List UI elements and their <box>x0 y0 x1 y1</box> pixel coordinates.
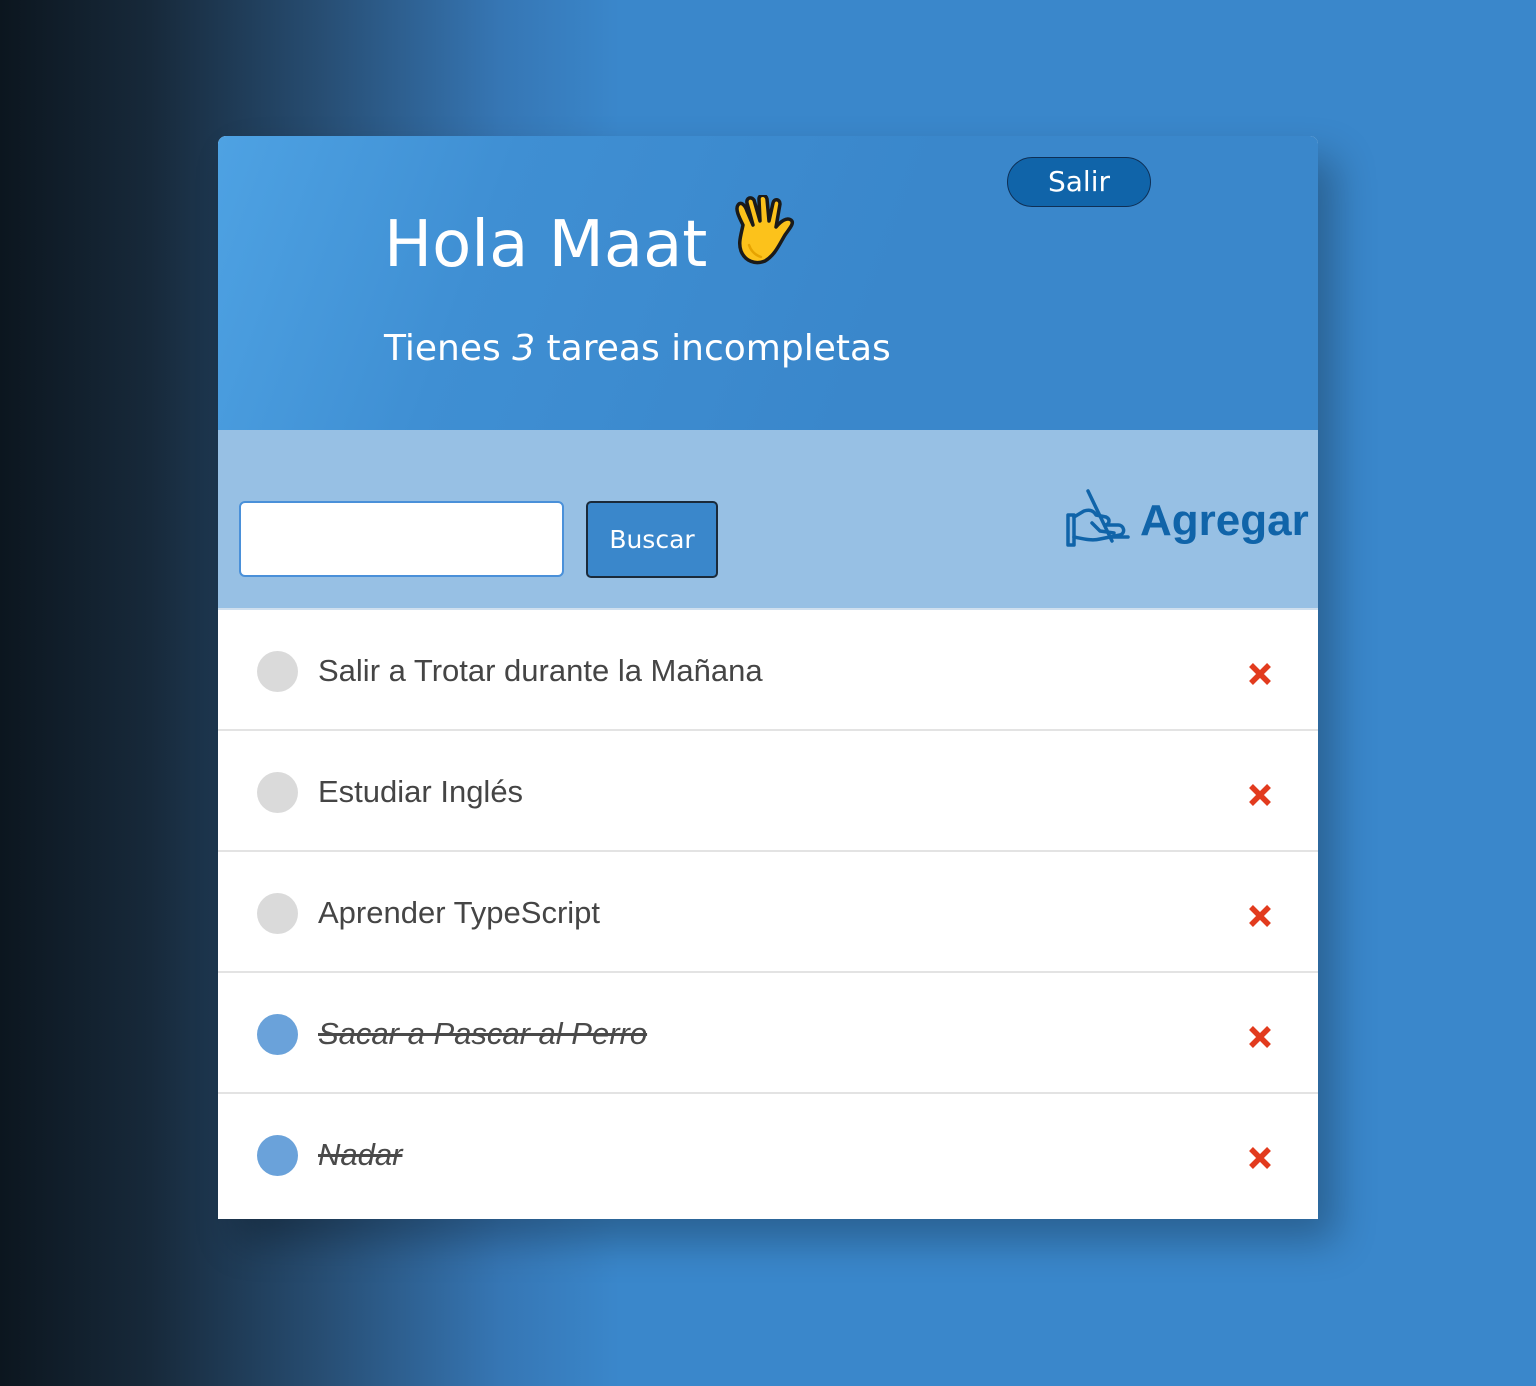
toolbar: Buscar Agregar <box>218 430 1318 610</box>
delete-icon[interactable] <box>1246 781 1274 809</box>
task-text-completed: Nadar <box>318 1137 403 1172</box>
header: Salir Hola Maat Tienes 3 tareas incomple… <box>218 136 1318 430</box>
incomplete-count: 3 <box>512 328 536 369</box>
task-text-completed: Sacar a Pascar al Perro <box>318 1016 648 1051</box>
delete-icon[interactable] <box>1246 660 1274 688</box>
delete-icon[interactable] <box>1246 1023 1274 1051</box>
writing-hand-icon <box>1066 489 1130 553</box>
task-checkbox[interactable] <box>257 772 298 813</box>
task-item: Aprender TypeScript <box>218 852 1318 973</box>
incomplete-summary: Tienes 3 tareas incompletas <box>384 324 891 374</box>
task-text: Estudiar Inglés <box>318 774 524 809</box>
delete-icon[interactable] <box>1246 1144 1274 1172</box>
task-list: Salir a Trotar durante la Mañana Estudia… <box>218 610 1318 1215</box>
logout-button[interactable]: Salir <box>1007 157 1151 207</box>
add-task-button[interactable]: Agregar <box>1066 486 1309 556</box>
task-text: Aprender TypeScript <box>318 895 601 930</box>
task-checkbox-checked[interactable] <box>257 1135 298 1176</box>
todo-card: Salir Hola Maat Tienes 3 tareas incomple… <box>218 136 1318 1219</box>
task-text: Salir a Trotar durante la Mañana <box>318 653 763 688</box>
search-button[interactable]: Buscar <box>586 501 718 578</box>
task-item-completed: Sacar a Pascar al Perro <box>218 973 1318 1094</box>
waving-hand-icon <box>729 193 797 291</box>
summary-prefix: Tienes <box>384 328 513 369</box>
search-input[interactable] <box>239 501 564 577</box>
delete-icon[interactable] <box>1246 902 1274 930</box>
task-item-completed: Nadar <box>218 1094 1318 1215</box>
task-checkbox[interactable] <box>257 893 298 934</box>
summary-suffix: tareas incompletas <box>535 328 891 369</box>
task-checkbox[interactable] <box>257 651 298 692</box>
task-checkbox-checked[interactable] <box>257 1014 298 1055</box>
add-task-label: Agregar <box>1140 496 1309 545</box>
greeting-text: Hola Maat <box>384 208 708 282</box>
task-item: Salir a Trotar durante la Mañana <box>218 610 1318 731</box>
greeting-title: Hola Maat <box>384 193 797 290</box>
task-item: Estudiar Inglés <box>218 731 1318 852</box>
